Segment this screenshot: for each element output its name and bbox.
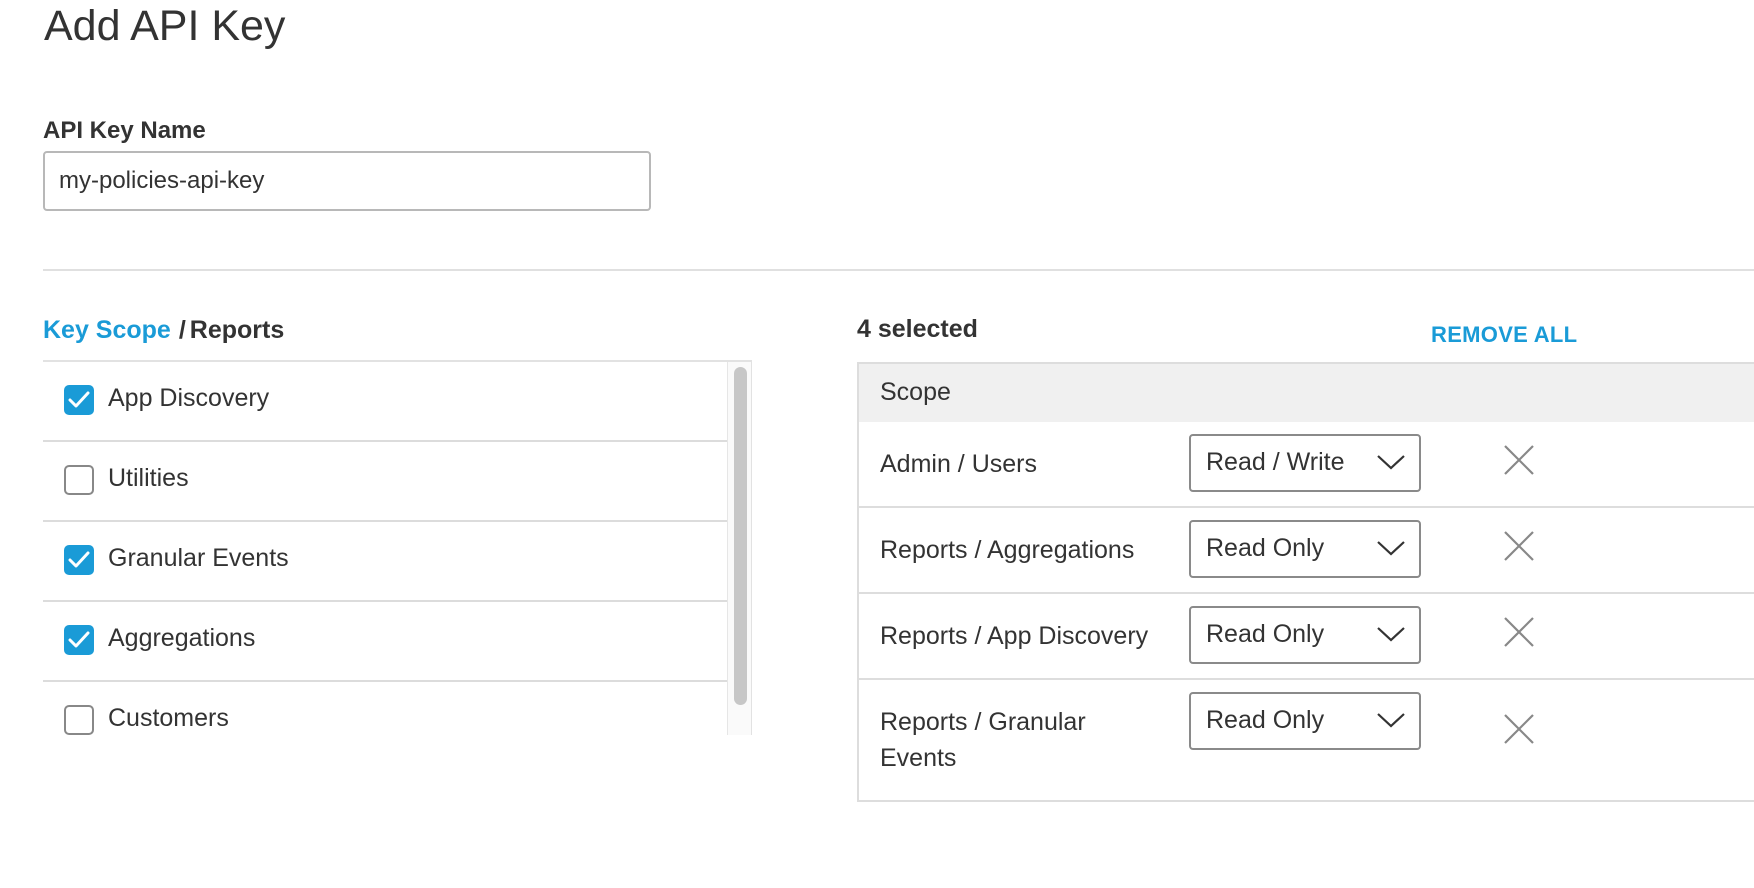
- chevron-down-icon: [1377, 455, 1405, 470]
- scope-item-utilities[interactable]: Utilities: [43, 442, 727, 522]
- api-key-name-input[interactable]: [43, 151, 651, 211]
- scope-name: Reports / Granular Events: [880, 708, 1086, 772]
- scope-name: Reports / Aggregations: [880, 536, 1135, 564]
- table-row: Reports / Aggregations Read Only: [859, 508, 1754, 594]
- scope-item-app-discovery[interactable]: App Discovery: [43, 362, 727, 442]
- breadcrumb-separator: /: [178, 316, 186, 344]
- close-icon[interactable]: [1502, 712, 1536, 746]
- selected-count: 4 selected: [857, 315, 978, 343]
- scope-item-aggregations[interactable]: Aggregations: [43, 602, 727, 682]
- selected-scopes-table: Scope Admin / Users Read / Write Reports…: [857, 362, 1754, 802]
- checkbox[interactable]: [64, 465, 94, 495]
- chevron-down-icon: [1377, 541, 1405, 556]
- breadcrumb: Key Scope / Reports: [43, 316, 284, 345]
- check-icon: [68, 391, 90, 408]
- scope-item-granular-events[interactable]: Granular Events: [43, 522, 727, 602]
- remove-all-button[interactable]: REMOVE ALL: [1431, 322, 1577, 348]
- table-row: Reports / Granular Events Read Only: [859, 680, 1754, 798]
- chevron-down-icon: [1377, 627, 1405, 642]
- table-row: Admin / Users Read / Write: [859, 422, 1754, 508]
- section-divider: [43, 269, 1754, 271]
- scope-item-label: Customers: [108, 704, 229, 732]
- scope-item-label: Aggregations: [108, 624, 256, 652]
- table-header: Scope: [859, 364, 1754, 422]
- permission-value: Read Only: [1206, 706, 1325, 734]
- table-row: Reports / App Discovery Read Only: [859, 594, 1754, 680]
- breadcrumb-key-scope-link[interactable]: Key Scope: [43, 316, 171, 344]
- checkbox[interactable]: [64, 625, 94, 655]
- permission-dropdown[interactable]: Read Only: [1189, 520, 1421, 578]
- chevron-down-icon: [1377, 713, 1405, 728]
- api-key-name-label: API Key Name: [43, 117, 206, 144]
- close-icon[interactable]: [1502, 615, 1536, 649]
- checkbox[interactable]: [64, 385, 94, 415]
- close-icon[interactable]: [1502, 443, 1536, 477]
- check-icon: [68, 631, 90, 648]
- scope-item-label: App Discovery: [108, 384, 270, 412]
- scope-column-header: Scope: [880, 378, 951, 406]
- scope-item-customers[interactable]: Customers: [43, 682, 727, 735]
- scope-name: Reports / App Discovery: [880, 622, 1149, 650]
- checkbox[interactable]: [64, 705, 94, 735]
- check-icon: [68, 551, 90, 568]
- permission-dropdown[interactable]: Read Only: [1189, 692, 1421, 750]
- permission-dropdown[interactable]: Read Only: [1189, 606, 1421, 664]
- permission-value: Read / Write: [1206, 448, 1345, 476]
- close-icon[interactable]: [1502, 529, 1536, 563]
- page-title: Add API Key: [44, 2, 286, 50]
- permission-dropdown[interactable]: Read / Write: [1189, 434, 1421, 492]
- permission-value: Read Only: [1206, 534, 1325, 562]
- breadcrumb-current: Reports: [189, 316, 285, 344]
- scope-item-label: Utilities: [108, 464, 189, 492]
- scrollbar-thumb[interactable]: [734, 367, 747, 705]
- checkbox[interactable]: [64, 545, 94, 575]
- scope-list: App Discovery Utilities Granular Events …: [43, 360, 752, 735]
- scope-item-label: Granular Events: [108, 544, 289, 572]
- scope-name: Admin / Users: [880, 450, 1037, 478]
- permission-value: Read Only: [1206, 620, 1325, 648]
